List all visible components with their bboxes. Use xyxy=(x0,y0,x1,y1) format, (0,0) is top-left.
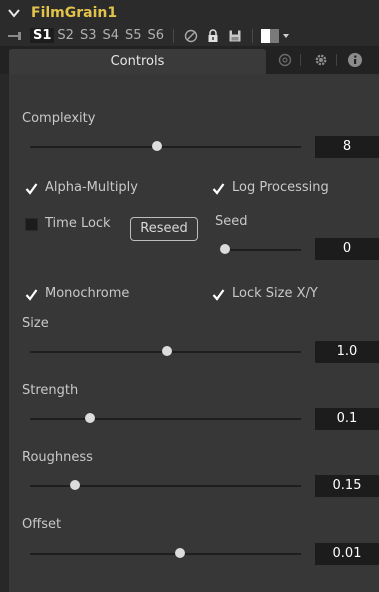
roughness-slider-handle[interactable] xyxy=(70,480,80,490)
offset-slider-track[interactable] xyxy=(30,553,301,555)
complexity-value[interactable]: 8 xyxy=(315,136,379,158)
lock-size-checkbox[interactable] xyxy=(212,288,225,301)
dropdown-caret-icon[interactable] xyxy=(282,33,290,39)
disable-icon[interactable] xyxy=(184,29,198,43)
monochrome-checkbox[interactable] xyxy=(25,288,38,301)
version-toolbar: S1 S2 S3 S4 S5 S6 xyxy=(0,25,379,46)
seed-slider-handle[interactable] xyxy=(220,244,230,254)
pin-icon[interactable] xyxy=(8,31,24,41)
color-swatch[interactable] xyxy=(261,28,280,43)
tab-divider xyxy=(336,54,337,66)
seed-slider-track[interactable] xyxy=(223,249,301,251)
roughness-label: Roughness xyxy=(22,450,93,465)
roughness-value[interactable]: 0.15 xyxy=(315,475,379,497)
node-title: FilmGrain1 xyxy=(31,4,118,21)
lock-icon[interactable] xyxy=(206,28,220,43)
size-value[interactable]: 1.0 xyxy=(315,341,379,363)
inspector-tabs: Controls xyxy=(0,46,379,74)
info-icon[interactable] xyxy=(347,52,363,68)
seed-label: Seed xyxy=(215,214,248,229)
node-header: FilmGrain1 xyxy=(0,0,379,25)
alpha-multiply-checkbox[interactable] xyxy=(25,182,38,195)
tab-divider xyxy=(300,54,301,66)
size-label: Size xyxy=(22,316,49,331)
size-slider-handle[interactable] xyxy=(162,346,172,356)
time-lock-label: Time Lock xyxy=(45,216,111,231)
version-slot-s4[interactable]: S4 xyxy=(99,28,122,43)
monochrome-label: Monochrome xyxy=(45,286,130,301)
toolbar-divider xyxy=(252,28,254,43)
strength-slider-track[interactable] xyxy=(30,418,301,420)
lock-size-label: Lock Size X/Y xyxy=(232,286,318,301)
toolbar-divider xyxy=(173,28,175,43)
save-icon[interactable] xyxy=(228,29,242,43)
complexity-label: Complexity xyxy=(22,111,96,126)
strength-slider-handle[interactable] xyxy=(85,413,95,423)
gear-icon[interactable] xyxy=(313,52,329,68)
version-slot-s6[interactable]: S6 xyxy=(145,28,168,43)
link-icon[interactable] xyxy=(277,52,293,68)
log-processing-checkbox[interactable] xyxy=(212,182,225,195)
complexity-slider-track[interactable] xyxy=(30,146,301,148)
reseed-button[interactable]: Reseed xyxy=(130,217,198,241)
chevron-down-icon[interactable] xyxy=(8,7,20,19)
offset-label: Offset xyxy=(22,517,62,532)
version-slot-s1[interactable]: S1 xyxy=(30,28,55,43)
time-lock-checkbox[interactable] xyxy=(25,218,38,231)
strength-value[interactable]: 0.1 xyxy=(315,408,379,430)
version-slot-s2[interactable]: S2 xyxy=(54,28,77,43)
seed-value[interactable]: 0 xyxy=(315,238,379,260)
strength-label: Strength xyxy=(22,383,79,398)
tab-controls[interactable]: Controls xyxy=(9,49,266,74)
log-processing-label: Log Processing xyxy=(232,180,329,195)
version-slot-s5[interactable]: S5 xyxy=(122,28,145,43)
alpha-multiply-label: Alpha-Multiply xyxy=(45,180,138,195)
controls-panel: Complexity 8 Alpha-Multiply Log Processi… xyxy=(9,74,379,592)
offset-slider-handle[interactable] xyxy=(175,548,185,558)
offset-value[interactable]: 0.01 xyxy=(315,543,379,565)
version-slot-s3[interactable]: S3 xyxy=(77,28,100,43)
complexity-slider-handle[interactable] xyxy=(152,141,162,151)
